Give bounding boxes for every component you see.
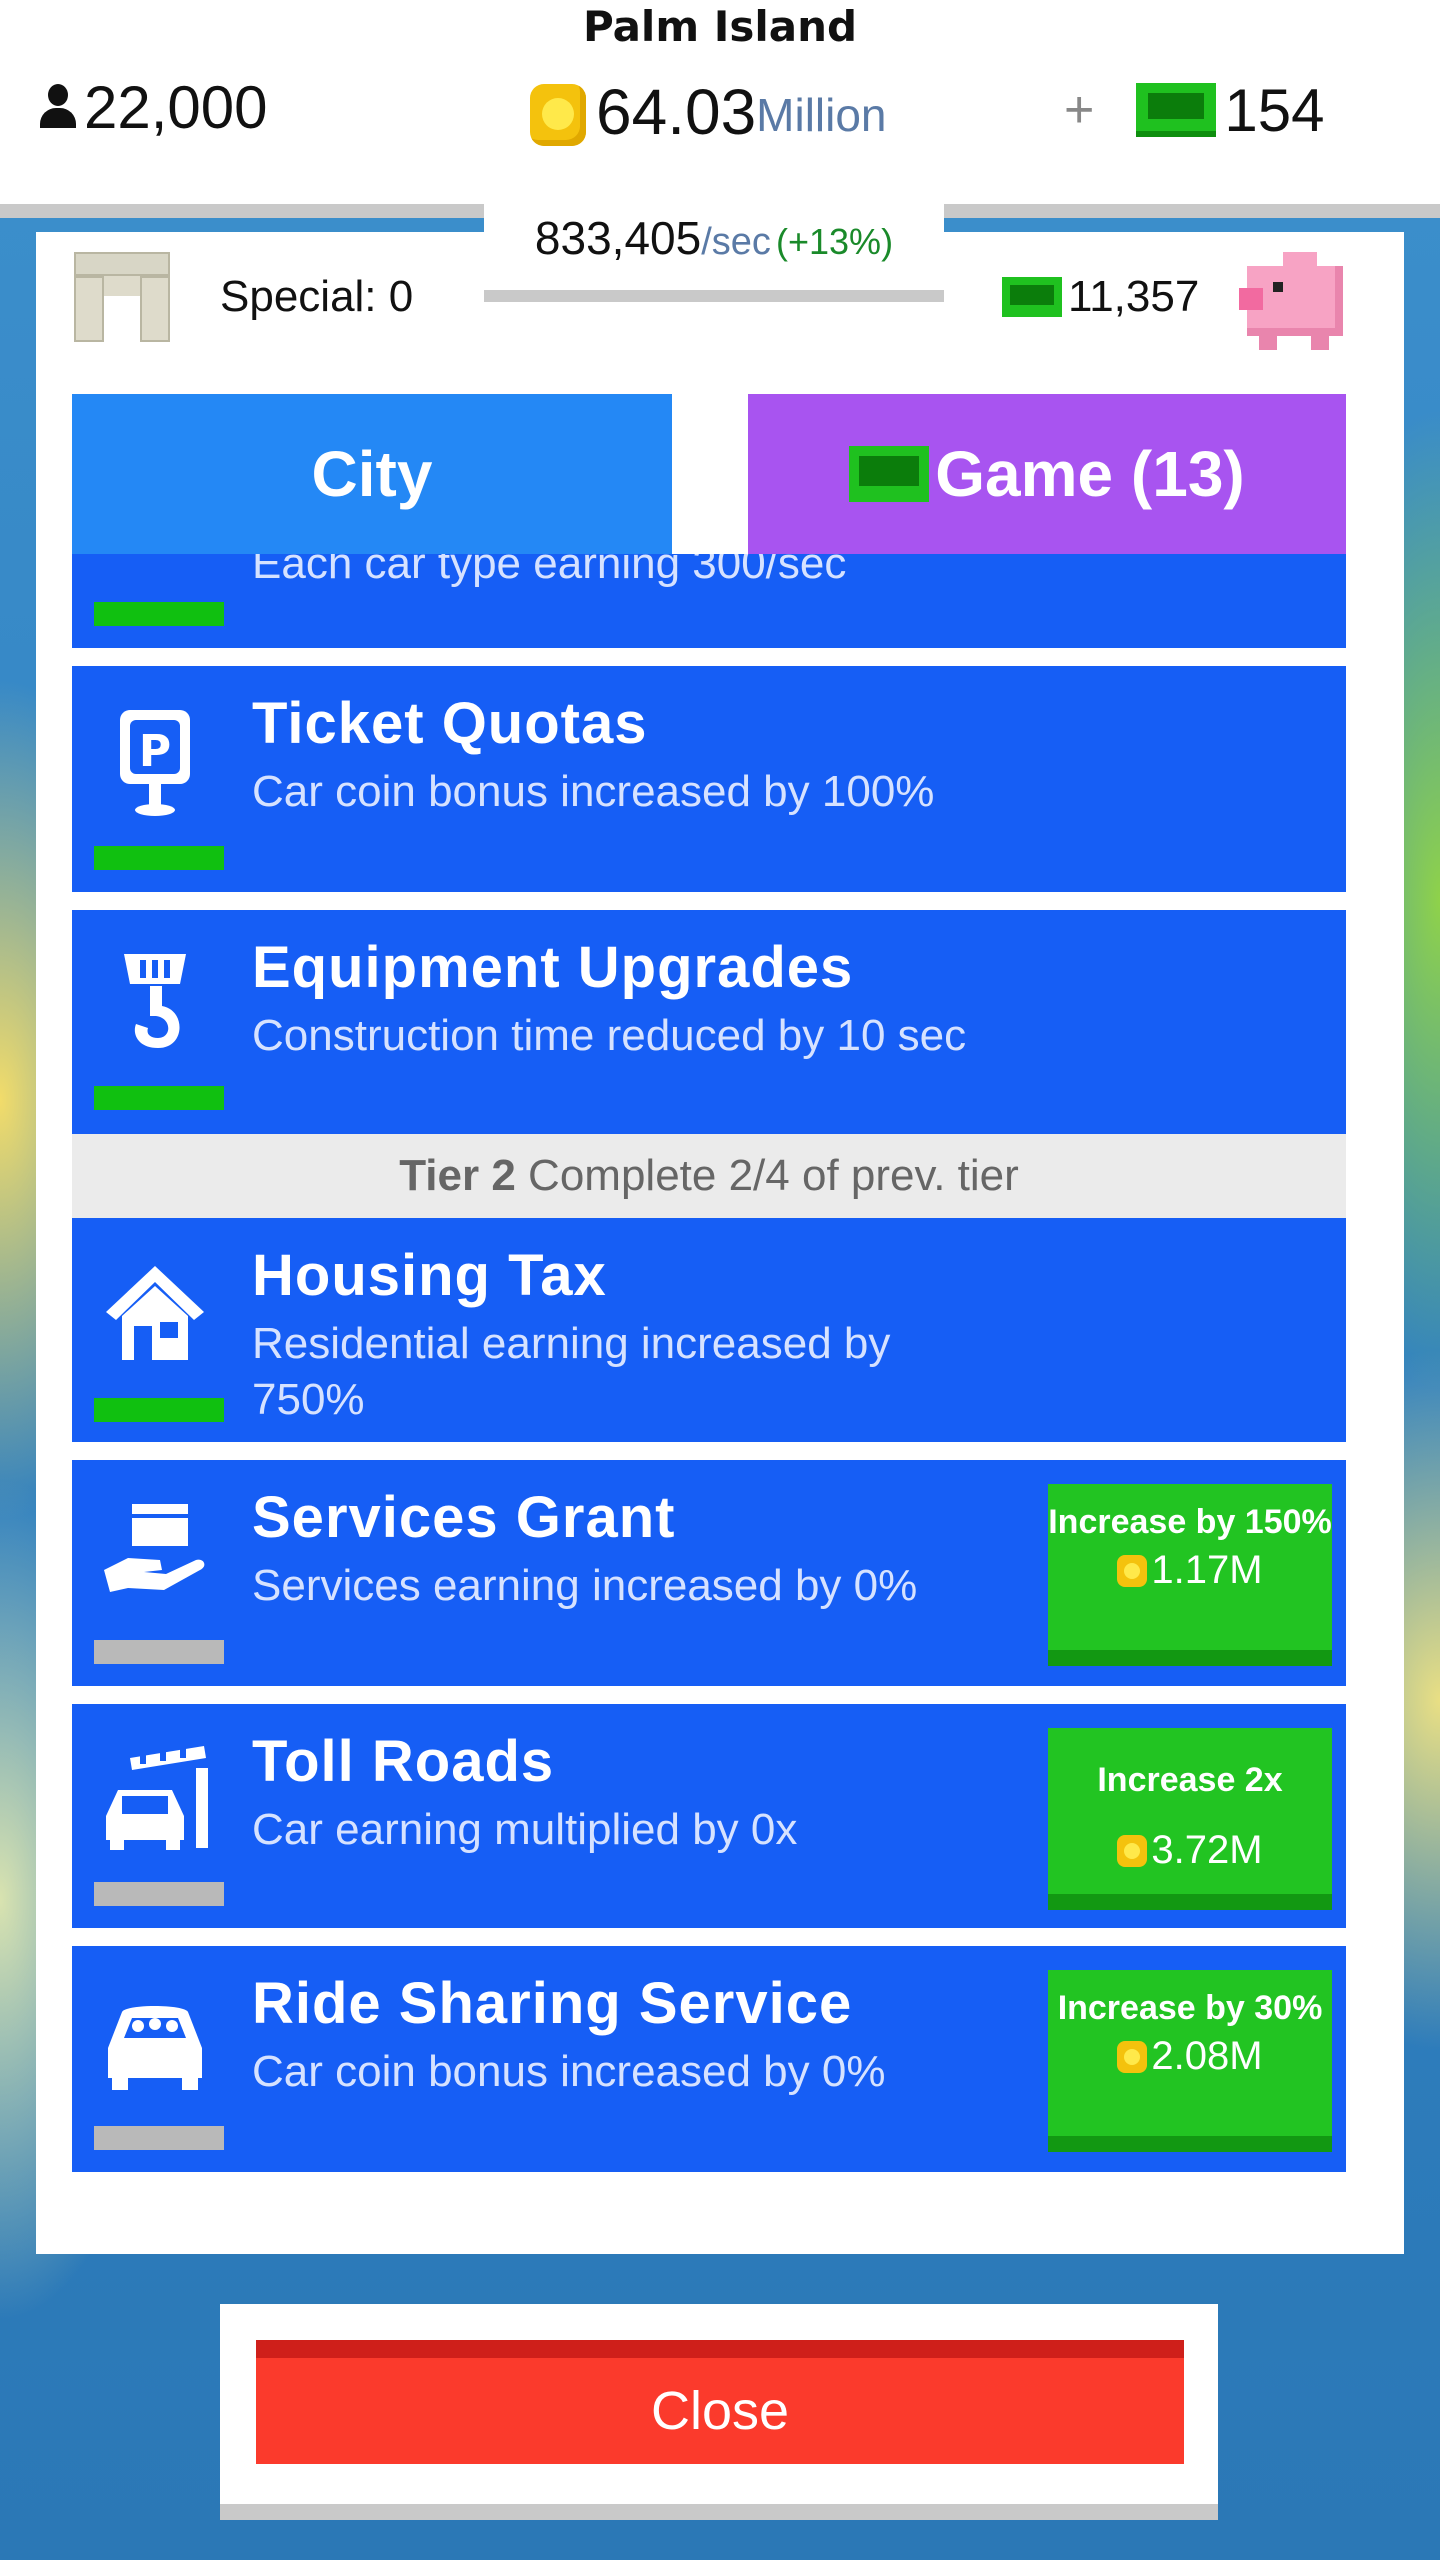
coins-display: 64.03 Million <box>530 72 887 152</box>
close-container: Close <box>220 2304 1218 2520</box>
coins-value: 64.03 <box>596 76 757 148</box>
cash-bill-icon <box>1136 83 1217 137</box>
upgrade-title: Ride Sharing Service <box>252 1971 853 2036</box>
special-counter: Special: 0 <box>74 252 413 342</box>
population-value: 22,000 <box>84 73 268 141</box>
purchased-indicator <box>94 602 224 626</box>
upgrade-desc: Car coin bonus increased by 0% <box>252 2047 886 2096</box>
upgrade-title: Housing Tax <box>252 1243 607 1308</box>
upgrade-list[interactable]: Each car type earning 300/sec P Ticket Q… <box>72 554 1346 2182</box>
coin-icon <box>1117 1834 1148 1867</box>
tier-requirement: Complete 2/4 of prev. tier <box>528 1151 1019 1200</box>
buy-price: 2.08M <box>1048 2034 1332 2079</box>
piggy-bank[interactable]: 11,357 <box>1002 242 1351 352</box>
island-name: Palm Island <box>582 2 858 51</box>
upgrade-row: Ride Sharing Service Car coin bonus incr… <box>72 1946 1346 2172</box>
tab-city[interactable]: City <box>72 394 672 554</box>
price-value: 3.72M <box>1151 1828 1263 1872</box>
upgrade-row: Each car type earning 300/sec <box>72 554 1346 648</box>
house-icon <box>106 1266 204 1360</box>
upgrade-desc: Residential earning increased by 750% <box>252 1319 891 1424</box>
coins-unit: Million <box>756 89 887 141</box>
upgrade-row: Equipment Upgrades Construction time red… <box>72 910 1346 1134</box>
purchased-indicator <box>94 1398 224 1422</box>
upgrade-row: Housing Tax Residential earning increase… <box>72 1218 1346 1442</box>
tab-city-label: City <box>311 438 433 510</box>
upgrade-title: Equipment Upgrades <box>252 935 854 1000</box>
car-icon <box>100 554 210 588</box>
upgrade-row: Toll Roads Car earning multiplied by 0x … <box>72 1704 1346 1928</box>
income-bonus: (+13%) <box>776 221 894 262</box>
locked-indicator <box>94 1640 224 1664</box>
buy-upgrade-button[interactable]: Increase by 30% 2.08M <box>1048 1970 1332 2152</box>
piggy-bank-icon[interactable] <box>1239 242 1351 352</box>
buy-price: 3.72M <box>1048 1828 1332 1873</box>
buy-upgrade-button[interactable]: Increase 2x 3.72M <box>1048 1728 1332 1910</box>
upgrade-desc: Car earning multiplied by 0x <box>252 1805 798 1854</box>
tier-separator: Tier 2 Complete 2/4 of prev. tier <box>72 1134 1346 1218</box>
upgrades-panel: Special: 0 11,357 City Game (13) Each ca… <box>36 232 1404 2254</box>
buy-label: Increase 2x <box>1097 1761 1283 1799</box>
coin-icon <box>530 84 586 146</box>
purchased-indicator <box>94 1086 224 1110</box>
upgrade-desc: Services earning increased by 0% <box>252 1561 918 1610</box>
buy-label: Increase by 150% <box>1048 1503 1332 1541</box>
hand-box-icon <box>104 1504 205 1592</box>
upgrade-title: Ticket Quotas <box>252 691 648 756</box>
add-cash-button[interactable]: + <box>1064 80 1094 140</box>
cash-bill-icon <box>849 446 930 502</box>
person-icon <box>36 82 80 132</box>
upgrade-title: Services Grant <box>252 1485 676 1550</box>
upgrade-desc: Car coin bonus increased by 100% <box>252 767 935 816</box>
special-label: Special: 0 <box>220 272 414 321</box>
cash-bill-icon <box>1002 277 1062 317</box>
tab-game-label: Game (13) <box>935 438 1245 510</box>
rideshare-car-icon <box>108 2006 202 2090</box>
top-status-bar: Palm Island 22,000 64.03 Million + 154 <box>0 0 1440 218</box>
toll-gate-icon <box>106 1746 208 1850</box>
locked-indicator <box>94 1882 224 1906</box>
tier-label: Tier 2 <box>399 1151 516 1200</box>
income-rate: 833,405 <box>534 212 702 264</box>
close-button[interactable]: Close <box>256 2340 1184 2464</box>
upgrade-desc: Each car type earning 300/sec <box>252 554 847 588</box>
purchased-indicator <box>94 846 224 870</box>
upgrade-row: Services Grant Services earning increase… <box>72 1460 1346 1686</box>
tab-game[interactable]: Game (13) <box>748 394 1346 554</box>
cash-value: 154 <box>1224 76 1325 144</box>
svg-text:P: P <box>139 726 171 777</box>
price-value: 1.17M <box>1151 1548 1263 1592</box>
population-display: 22,000 <box>36 72 268 142</box>
coin-icon <box>1117 1554 1148 1587</box>
income-unit: /sec <box>701 221 771 263</box>
upgrade-desc: Construction time reduced by 10 sec <box>252 1011 967 1060</box>
upgrade-row: P Ticket Quotas Car coin bonus increased… <box>72 666 1346 892</box>
close-label: Close <box>650 2381 790 2441</box>
income-rate-tab: 833,405/sec (+13%) <box>484 202 944 302</box>
coin-icon <box>1117 2040 1148 2073</box>
crane-hook-icon <box>124 954 186 1048</box>
price-value: 2.08M <box>1151 2034 1263 2078</box>
parking-sign-icon: P <box>120 710 190 816</box>
cash-display: + 154 <box>1064 72 1324 148</box>
arch-monument-icon <box>74 252 170 342</box>
buy-price: 1.17M <box>1048 1548 1332 1593</box>
buy-upgrade-button[interactable]: Increase by 150% 1.17M <box>1048 1484 1332 1666</box>
locked-indicator <box>94 2126 224 2150</box>
buy-label: Increase by 30% <box>1057 1989 1323 2027</box>
bank-cash-value: 11,357 <box>1068 272 1200 321</box>
upgrade-title: Toll Roads <box>252 1729 555 1794</box>
